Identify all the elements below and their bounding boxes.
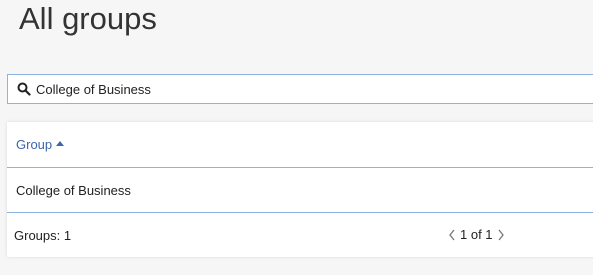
- page-indicator: 1 of 1: [460, 227, 493, 242]
- sort-ascending-icon: [56, 140, 65, 146]
- groups-count: Groups: 1: [14, 227, 72, 243]
- pagination: 1 of 1: [448, 227, 505, 242]
- next-page-icon[interactable]: [497, 229, 505, 241]
- search-field[interactable]: [7, 74, 593, 104]
- search-input[interactable]: [36, 81, 436, 97]
- table-row[interactable]: College of Business: [7, 168, 593, 213]
- search-icon: [17, 82, 31, 96]
- column-header-label: Group: [16, 137, 53, 152]
- table-header-row: Group: [7, 122, 593, 168]
- group-name-cell[interactable]: College of Business: [16, 183, 131, 198]
- previous-page-icon[interactable]: [448, 229, 456, 241]
- table-footer: Groups: 1 1 of 1: [7, 213, 593, 257]
- column-header-group[interactable]: Group: [16, 137, 65, 152]
- page-title: All groups: [19, 1, 157, 36]
- groups-table: Group College of Business Groups: 1 1 of…: [7, 122, 593, 257]
